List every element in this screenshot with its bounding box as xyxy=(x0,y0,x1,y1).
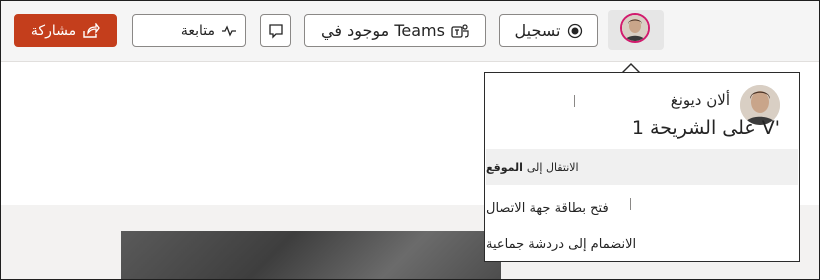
present-in-teams-button[interactable]: موجود في Teams xyxy=(304,14,486,47)
record-label: تسجيل xyxy=(514,21,561,40)
contact-name: ألان ديونغ xyxy=(670,91,730,109)
presence-avatar-button[interactable] xyxy=(608,10,664,50)
teams-icon xyxy=(451,23,469,38)
open-contact-card-label: فتح بطاقة جهة الاتصال xyxy=(486,200,609,216)
record-icon xyxy=(567,23,582,38)
share-label: مشاركة xyxy=(30,22,77,39)
goto-location: الموقع xyxy=(486,160,523,174)
slide-status: 'V على الشريحة 1 xyxy=(631,117,780,139)
app-window: مشاركة متابعة موجود في Teams تسجيل ألان … xyxy=(0,0,820,280)
comment-icon xyxy=(268,23,283,39)
open-contact-card-item[interactable]: فتح بطاقة جهة الاتصال xyxy=(486,190,798,226)
follow-label: متابعة xyxy=(180,22,215,39)
join-group-chat-label: الانضمام إلى دردشة جماعية xyxy=(486,236,637,252)
goto-prefix: الانتقال إلى xyxy=(526,160,579,174)
record-button[interactable]: تسجيل xyxy=(499,14,598,47)
share-icon xyxy=(83,22,100,38)
share-button[interactable]: مشاركة xyxy=(14,14,117,47)
join-group-chat-item[interactable]: الانضمام إلى دردشة جماعية xyxy=(486,226,798,262)
avatar xyxy=(620,13,650,43)
goto-location-item[interactable]: الانتقال إلى الموقع xyxy=(486,149,798,185)
divider xyxy=(574,95,575,107)
user-photo-icon xyxy=(622,15,648,41)
teams-label: موجود في Teams xyxy=(321,21,445,40)
top-toolbar: مشاركة متابعة موجود في Teams تسجيل xyxy=(1,1,819,62)
slide-image xyxy=(121,231,501,279)
pulse-icon xyxy=(222,24,236,37)
comments-button[interactable] xyxy=(260,14,291,47)
presence-card: ألان ديونغ 'V على الشريحة 1 الانتقال إلى… xyxy=(484,72,800,262)
follow-button[interactable]: متابعة xyxy=(132,14,246,47)
